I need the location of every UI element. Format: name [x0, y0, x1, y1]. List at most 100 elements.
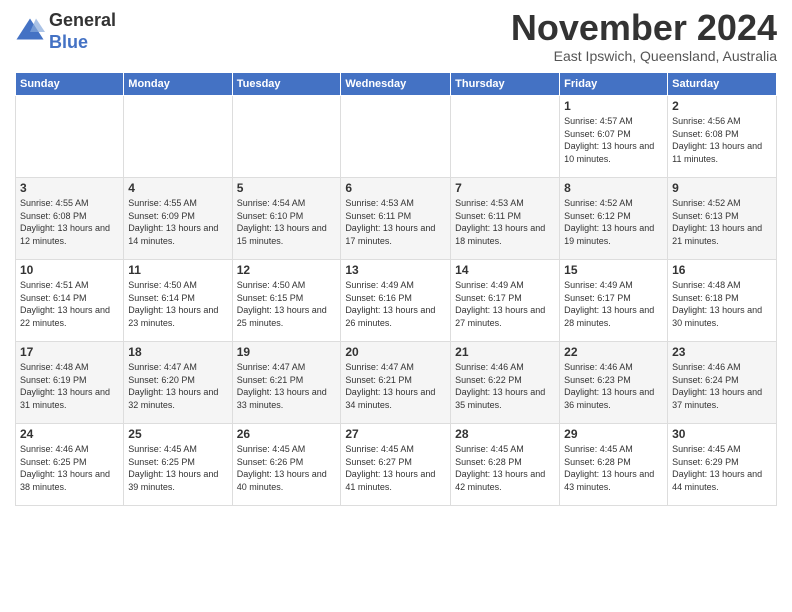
- calendar-cell: 10 Sunrise: 4:51 AMSunset: 6:14 PMDayligh…: [16, 260, 124, 342]
- calendar-cell: 13 Sunrise: 4:49 AMSunset: 6:16 PMDayligh…: [341, 260, 451, 342]
- calendar-cell: 12 Sunrise: 4:50 AMSunset: 6:15 PMDayligh…: [232, 260, 341, 342]
- day-info: Sunrise: 4:47 AMSunset: 6:20 PMDaylight:…: [128, 361, 227, 411]
- day-info: Sunrise: 4:48 AMSunset: 6:19 PMDaylight:…: [20, 361, 119, 411]
- calendar-week-5: 24 Sunrise: 4:46 AMSunset: 6:25 PMDayligh…: [16, 424, 777, 506]
- calendar-cell: 4 Sunrise: 4:55 AMSunset: 6:09 PMDaylight…: [124, 178, 232, 260]
- calendar-week-2: 3 Sunrise: 4:55 AMSunset: 6:08 PMDaylight…: [16, 178, 777, 260]
- day-number: 11: [128, 263, 227, 277]
- calendar-cell: 11Sunrise: 4:50 AMSunset: 6:14 PMDayligh…: [124, 260, 232, 342]
- logo-blue: Blue: [49, 32, 116, 54]
- title-area: November 2024 East Ipswich, Queensland, …: [511, 10, 777, 64]
- calendar-week-4: 17 Sunrise: 4:48 AMSunset: 6:19 PMDayligh…: [16, 342, 777, 424]
- day-number: 19: [237, 345, 337, 359]
- day-number: 23: [672, 345, 772, 359]
- calendar-cell: 29 Sunrise: 4:45 AMSunset: 6:28 PMDayligh…: [560, 424, 668, 506]
- day-number: 28: [455, 427, 555, 441]
- col-wednesday: Wednesday: [341, 73, 451, 96]
- day-info: Sunrise: 4:45 AMSunset: 6:28 PMDaylight:…: [564, 443, 663, 493]
- day-number: 18: [128, 345, 227, 359]
- day-number: 4: [128, 181, 227, 195]
- day-number: 21: [455, 345, 555, 359]
- day-number: 2: [672, 99, 772, 113]
- day-number: 8: [564, 181, 663, 195]
- day-info: Sunrise: 4:45 AMSunset: 6:25 PMDaylight:…: [128, 443, 227, 493]
- calendar-cell: 14 Sunrise: 4:49 AMSunset: 6:17 PMDayligh…: [451, 260, 560, 342]
- calendar-cell: 17 Sunrise: 4:48 AMSunset: 6:19 PMDayligh…: [16, 342, 124, 424]
- day-info: Sunrise: 4:48 AMSunset: 6:18 PMDaylight:…: [672, 279, 772, 329]
- calendar-cell: 18 Sunrise: 4:47 AMSunset: 6:20 PMDayligh…: [124, 342, 232, 424]
- day-info: Sunrise: 4:49 AMSunset: 6:16 PMDaylight:…: [345, 279, 446, 329]
- day-info: Sunrise: 4:52 AMSunset: 6:12 PMDaylight:…: [564, 197, 663, 247]
- day-info: Sunrise: 4:53 AMSunset: 6:11 PMDaylight:…: [345, 197, 446, 247]
- calendar-cell: 6 Sunrise: 4:53 AMSunset: 6:11 PMDaylight…: [341, 178, 451, 260]
- day-info: Sunrise: 4:49 AMSunset: 6:17 PMDaylight:…: [455, 279, 555, 329]
- day-info: Sunrise: 4:55 AMSunset: 6:08 PMDaylight:…: [20, 197, 119, 247]
- day-number: 15: [564, 263, 663, 277]
- calendar-cell: 22 Sunrise: 4:46 AMSunset: 6:23 PMDayligh…: [560, 342, 668, 424]
- day-info: Sunrise: 4:49 AMSunset: 6:17 PMDaylight:…: [564, 279, 663, 329]
- day-number: 7: [455, 181, 555, 195]
- day-number: 3: [20, 181, 119, 195]
- calendar-week-1: 1 Sunrise: 4:57 AMSunset: 6:07 PMDaylight…: [16, 96, 777, 178]
- day-number: 20: [345, 345, 446, 359]
- day-info: Sunrise: 4:54 AMSunset: 6:10 PMDaylight:…: [237, 197, 337, 247]
- day-number: 9: [672, 181, 772, 195]
- day-number: 26: [237, 427, 337, 441]
- day-number: 14: [455, 263, 555, 277]
- calendar-cell: 2Sunrise: 4:56 AMSunset: 6:08 PMDaylight…: [668, 96, 777, 178]
- day-number: 29: [564, 427, 663, 441]
- day-info: Sunrise: 4:47 AMSunset: 6:21 PMDaylight:…: [345, 361, 446, 411]
- day-info: Sunrise: 4:51 AMSunset: 6:14 PMDaylight:…: [20, 279, 119, 329]
- calendar-cell: [451, 96, 560, 178]
- day-info: Sunrise: 4:46 AMSunset: 6:22 PMDaylight:…: [455, 361, 555, 411]
- day-number: 22: [564, 345, 663, 359]
- day-number: 16: [672, 263, 772, 277]
- calendar-cell: 30Sunrise: 4:45 AMSunset: 6:29 PMDayligh…: [668, 424, 777, 506]
- month-title: November 2024: [511, 10, 777, 46]
- day-number: 6: [345, 181, 446, 195]
- day-number: 13: [345, 263, 446, 277]
- calendar-cell: 3 Sunrise: 4:55 AMSunset: 6:08 PMDaylight…: [16, 178, 124, 260]
- calendar-week-3: 10 Sunrise: 4:51 AMSunset: 6:14 PMDayligh…: [16, 260, 777, 342]
- day-info: Sunrise: 4:46 AMSunset: 6:25 PMDaylight:…: [20, 443, 119, 493]
- col-monday: Monday: [124, 73, 232, 96]
- col-thursday: Thursday: [451, 73, 560, 96]
- calendar-cell: 27Sunrise: 4:45 AMSunset: 6:27 PMDayligh…: [341, 424, 451, 506]
- day-number: 5: [237, 181, 337, 195]
- calendar-cell: 16 Sunrise: 4:48 AMSunset: 6:18 PMDayligh…: [668, 260, 777, 342]
- day-info: Sunrise: 4:45 AMSunset: 6:26 PMDaylight:…: [237, 443, 337, 493]
- day-info: Sunrise: 4:57 AMSunset: 6:07 PMDaylight:…: [564, 115, 663, 165]
- day-number: 25: [128, 427, 227, 441]
- location-title: East Ipswich, Queensland, Australia: [511, 48, 777, 64]
- day-info: Sunrise: 4:50 AMSunset: 6:15 PMDaylight:…: [237, 279, 337, 329]
- header: General Blue November 2024 East Ipswich,…: [15, 10, 777, 64]
- day-number: 17: [20, 345, 119, 359]
- calendar-cell: 25 Sunrise: 4:45 AMSunset: 6:25 PMDayligh…: [124, 424, 232, 506]
- calendar-cell: 1 Sunrise: 4:57 AMSunset: 6:07 PMDaylight…: [560, 96, 668, 178]
- day-number: 10: [20, 263, 119, 277]
- day-info: Sunrise: 4:46 AMSunset: 6:23 PMDaylight:…: [564, 361, 663, 411]
- page: General Blue November 2024 East Ipswich,…: [0, 0, 792, 612]
- calendar-cell: [16, 96, 124, 178]
- calendar-header-row: Sunday Monday Tuesday Wednesday Thursday…: [16, 73, 777, 96]
- calendar-cell: [232, 96, 341, 178]
- calendar-cell: 19 Sunrise: 4:47 AMSunset: 6:21 PMDayligh…: [232, 342, 341, 424]
- calendar-cell: 23 Sunrise: 4:46 AMSunset: 6:24 PMDayligh…: [668, 342, 777, 424]
- logo-icon: [15, 17, 45, 47]
- day-number: 1: [564, 99, 663, 113]
- logo-area: General Blue: [15, 10, 116, 53]
- day-info: Sunrise: 4:46 AMSunset: 6:24 PMDaylight:…: [672, 361, 772, 411]
- day-info: Sunrise: 4:52 AMSunset: 6:13 PMDaylight:…: [672, 197, 772, 247]
- day-number: 12: [237, 263, 337, 277]
- col-saturday: Saturday: [668, 73, 777, 96]
- col-tuesday: Tuesday: [232, 73, 341, 96]
- calendar-cell: 7Sunrise: 4:53 AMSunset: 6:11 PMDaylight…: [451, 178, 560, 260]
- col-friday: Friday: [560, 73, 668, 96]
- day-info: Sunrise: 4:55 AMSunset: 6:09 PMDaylight:…: [128, 197, 227, 247]
- calendar-cell: 26 Sunrise: 4:45 AMSunset: 6:26 PMDayligh…: [232, 424, 341, 506]
- day-info: Sunrise: 4:47 AMSunset: 6:21 PMDaylight:…: [237, 361, 337, 411]
- logo-general: General: [49, 10, 116, 32]
- day-number: 24: [20, 427, 119, 441]
- calendar-cell: 15 Sunrise: 4:49 AMSunset: 6:17 PMDayligh…: [560, 260, 668, 342]
- calendar-cell: 20 Sunrise: 4:47 AMSunset: 6:21 PMDayligh…: [341, 342, 451, 424]
